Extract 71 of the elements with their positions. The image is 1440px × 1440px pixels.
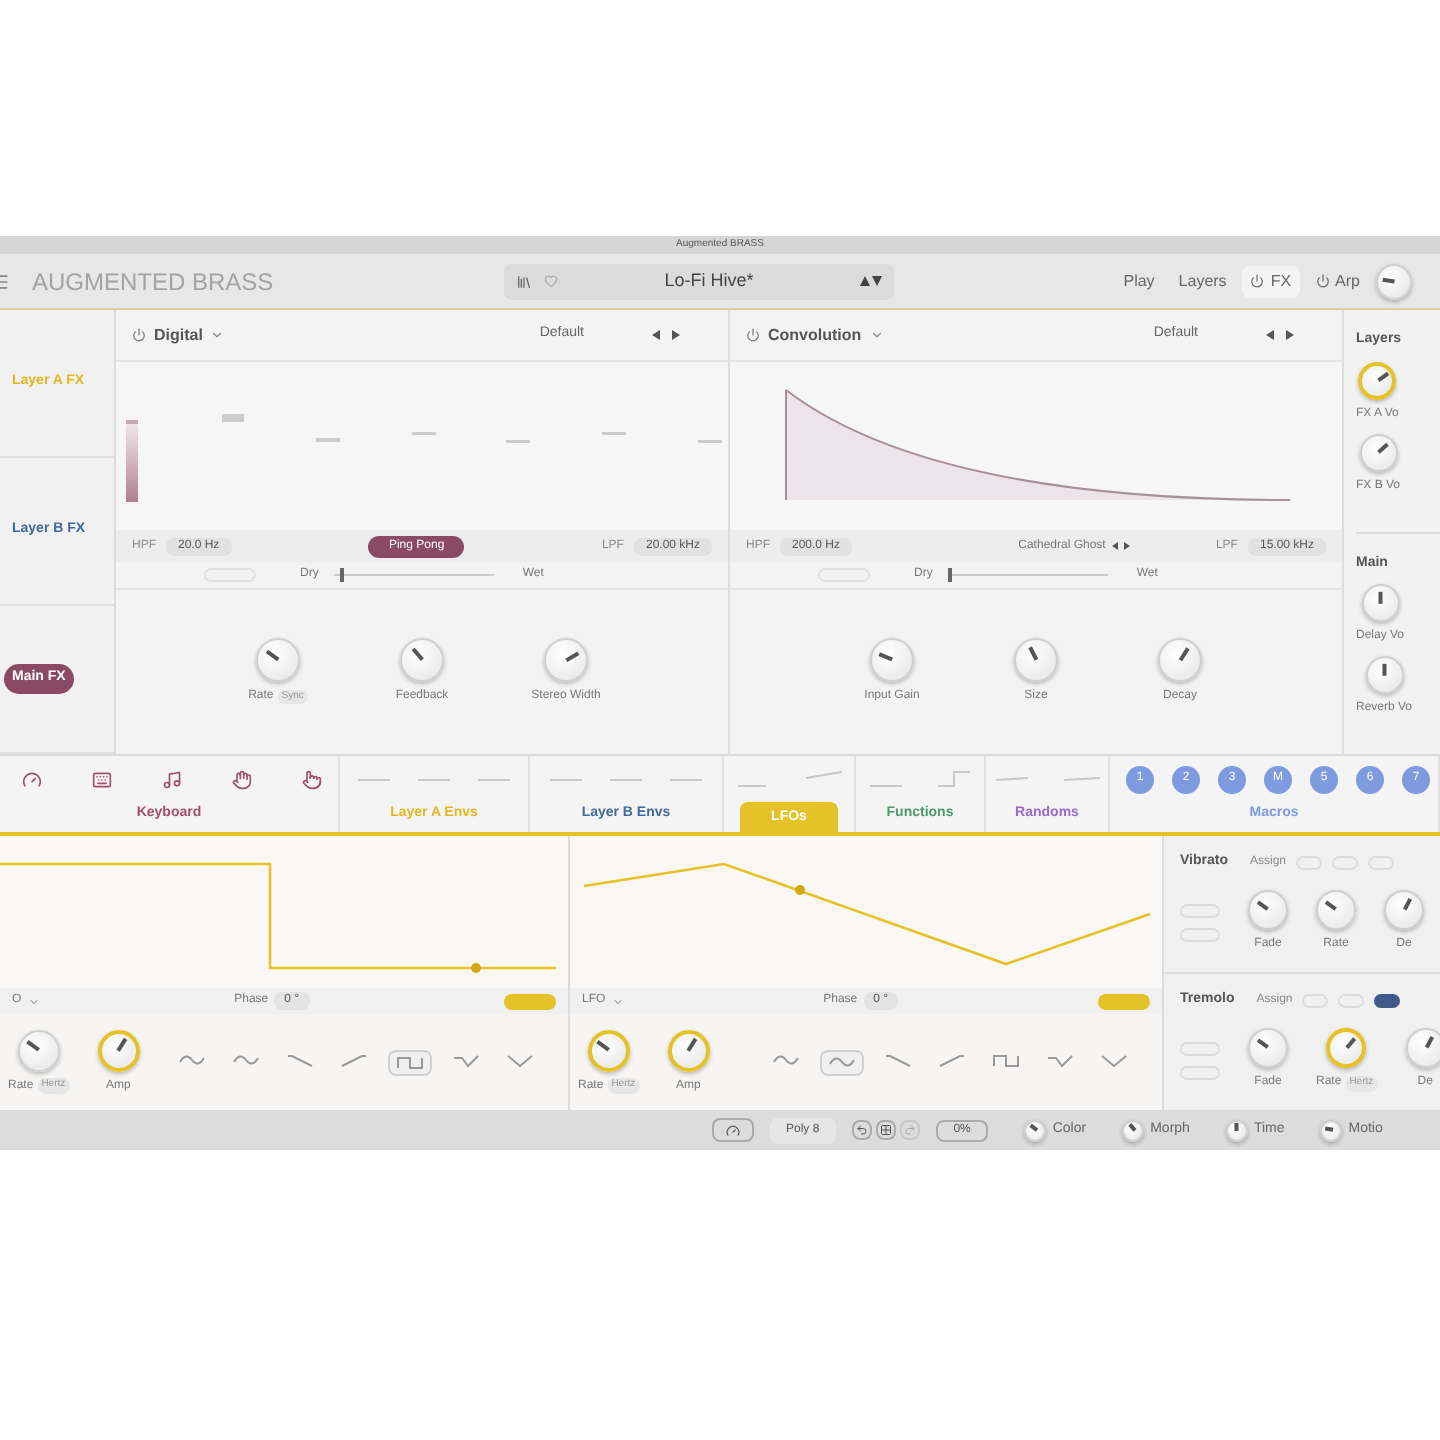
knob[interactable] [399,638,444,682]
knob[interactable] [1122,1119,1145,1141]
knob[interactable] [1358,361,1397,399]
previous-icon[interactable] [652,330,660,340]
knob[interactable] [667,1029,710,1071]
knob[interactable] [1225,1119,1248,1141]
power-icon[interactable] [746,328,760,342]
knob[interactable] [1014,638,1058,682]
bipolar-toggle[interactable] [1098,993,1150,1009]
nav-tab[interactable]: FX [1242,265,1300,297]
knob[interactable] [1359,433,1397,471]
knob[interactable] [1361,584,1399,622]
next-icon[interactable] [1286,330,1294,340]
brand-name: AUGMENTED BRASS [32,265,276,299]
knob[interactable] [17,1029,60,1071]
knob[interactable] [1248,1028,1288,1069]
music-icon[interactable] [161,769,181,790]
knob[interactable] [870,638,914,682]
nav-tab[interactable]: Arp [1307,265,1368,297]
nav-label: Play [1123,269,1155,293]
knob[interactable] [1405,1028,1440,1069]
nav-label: Arp [1335,269,1360,293]
preset-name: Lo-Fi Hive* [662,267,756,294]
sine-wave-icon[interactable] [820,1049,864,1075]
knob[interactable] [97,1029,140,1071]
power-icon [1315,274,1330,288]
knob[interactable] [544,638,588,682]
library-icon[interactable] [516,273,532,289]
knob[interactable] [1248,890,1288,931]
nav-label: FX [1270,269,1292,293]
hand-icon[interactable] [231,769,251,790]
knob[interactable] [1376,263,1412,299]
gauge-icon [726,1123,740,1137]
knob[interactable] [1024,1119,1047,1141]
next-icon[interactable] [672,330,680,340]
assign-slot[interactable] [1374,993,1401,1008]
knob[interactable] [1365,656,1404,694]
knob[interactable] [1316,890,1356,931]
knob[interactable] [1320,1119,1343,1141]
chevron-down-icon[interactable] [869,328,884,342]
knob[interactable] [1384,890,1424,931]
knob[interactable] [1158,638,1202,682]
power-icon[interactable] [132,328,146,342]
effect-name[interactable]: Convolution [768,323,862,347]
square-wave-icon[interactable] [388,1049,432,1075]
slider-thumb[interactable] [339,568,344,582]
pointer-icon[interactable] [301,769,321,790]
effect-name[interactable]: Digital [154,323,203,347]
nav-tab[interactable]: Play [1115,265,1163,297]
chevron-down-icon[interactable] [210,328,225,342]
previous-icon[interactable] [1266,330,1274,340]
slider-thumb[interactable] [948,568,953,582]
modulator-preview-drawing [995,776,1099,783]
history-button[interactable] [875,1120,896,1140]
undo-button[interactable] [851,1120,872,1140]
icon-button[interactable] [712,1118,754,1142]
knob[interactable] [587,1029,630,1071]
next-icon[interactable] [1123,542,1130,550]
keyboard-icon[interactable] [91,769,111,790]
nav-tab[interactable]: Layers [1170,265,1235,297]
modulator-preview-drawing [737,769,841,788]
up-down-arrows-icon[interactable] [860,276,882,286]
knob[interactable] [1326,1028,1367,1069]
power-icon [1250,274,1265,288]
modulator-preview-drawing [870,770,970,789]
preset-browser[interactable]: Lo-Fi Hive* [504,263,894,299]
nav-label: Layers [1178,269,1227,293]
knob[interactable] [256,638,300,682]
gauge-icon[interactable] [21,769,41,790]
previous-icon[interactable] [1111,542,1118,550]
bipolar-toggle[interactable] [504,993,556,1009]
